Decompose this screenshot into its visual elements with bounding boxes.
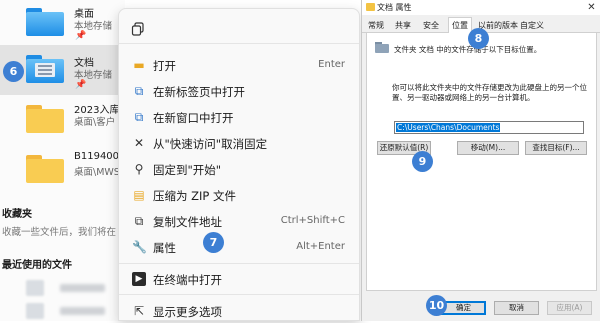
menu-item-show-more[interactable]: ⇱ 显示更多选项 [125,299,355,323]
desktop-folder-icon [26,8,64,36]
file-location: 本地存储 [74,21,113,32]
location-panel: 文件夹 文档 中的文件存储于以下目标位置。 你可以将此文件夹中的文件存储更改为此… [366,33,597,291]
recent-file-name [60,307,105,315]
menu-item-label: 复制文件地址 [153,215,222,229]
pin-icon: 📌 [75,80,87,90]
ok-button[interactable]: 确定 [441,301,486,315]
close-icon[interactable]: ✕ [582,0,600,15]
file-row-b1194[interactable]: B11940020 桌面\MWS [0,145,132,195]
copy-icon[interactable] [131,22,145,36]
menu-item-open-new-window[interactable]: ⧉ 在新窗口中打开 [125,105,355,129]
menu-item-shortcut: Alt+Enter [296,241,345,252]
menu-item-label: 打开 [153,59,176,73]
menu-item-label: 属性 [153,241,176,255]
favorites-heading: 收藏夹 [2,209,32,220]
dialog-titlebar[interactable]: 文档 属性 ✕ [362,0,600,15]
folder-icon [26,155,64,183]
menu-item-properties[interactable]: 🔧 属性 Alt+Enter [125,235,355,259]
file-row-desktop[interactable]: 桌面 本地存储 📌 [0,0,125,50]
menu-item-copy-path[interactable]: ⧉ 复制文件地址 Ctrl+Shift+C [125,209,355,233]
file-location: 桌面\MWS [74,167,120,178]
file-location: 桌面\客户 [74,117,116,128]
recent-file-name [60,284,105,292]
recent-files-heading: 最近使用的文件 [2,260,72,271]
explorer-quick-access: 桌面 本地存储 📌 文档 本地存储 📌 2023入库 桌面\客户 B119400… [0,0,132,321]
step-badge-10: 10 [426,295,447,316]
menu-item-label: 在新窗口中打开 [153,111,234,125]
menu-item-label: 显示更多选项 [153,305,222,319]
move-button[interactable]: 移动(M)... [457,141,519,155]
menu-item-pin-to-start[interactable]: ⚲ 固定到"开始" [125,157,355,181]
terminal-icon: ▶ [132,272,146,286]
recent-file-thumbnail[interactable] [26,303,44,319]
tab-general[interactable]: 常规 [368,20,384,31]
tab-sharing[interactable]: 共享 [395,20,411,31]
folder-icon [375,42,389,53]
file-location: 本地存储 [74,70,113,81]
new-window-icon: ⧉ [134,110,144,124]
menu-item-unpin-quick-access[interactable]: ✕ 从"快速访问"取消固定 [125,131,355,155]
path-value: C:\Users\Chans\Documents [396,123,501,132]
find-target-button[interactable]: 查找目标(F)... [525,141,587,155]
context-menu: ▬ 打开 Enter ⧉ 在新标签页中打开 ⧉ 在新窗口中打开 ✕ 从"快速访问… [118,8,360,321]
location-heading: 文件夹 文档 中的文件存储于以下目标位置。 [394,45,542,54]
cancel-button[interactable]: 取消 [494,301,539,315]
step-badge-6: 6 [3,61,24,82]
pin-icon: 📌 [75,31,87,41]
copy-path-icon: ⧉ [134,214,144,228]
menu-item-open-terminal[interactable]: ▶ 在终端中打开 [125,267,355,291]
zip-icon: ▤ [133,188,145,202]
tab-security[interactable]: 安全 [423,20,439,31]
folder-path-input[interactable]: C:\Users\Chans\Documents [394,121,584,134]
menu-item-label: 从"快速访问"取消固定 [153,137,268,151]
tab-customize[interactable]: 自定义 [520,20,544,31]
recent-file-thumbnail[interactable] [26,280,44,296]
new-tab-icon: ⧉ [134,84,144,98]
step-badge-9: 9 [412,151,433,172]
step-badge-7: 7 [203,232,224,253]
menu-item-label: 固定到"开始" [153,163,222,177]
location-description: 你可以将此文件夹中的文件存储更改为此硬盘上的另一个位置、另一驱动器或网络上的另一… [392,83,587,102]
unpin-icon: ✕ [133,136,145,150]
menu-item-label: 在新标签页中打开 [153,85,245,99]
folder-icon [366,3,375,11]
apply-button[interactable]: 应用(A) [547,301,592,315]
menu-item-open[interactable]: ▬ 打开 Enter [125,53,355,77]
folder-icon [26,105,64,133]
favorites-description: 收藏一些文件后，我们将在 [2,227,117,238]
menu-item-shortcut: Ctrl+Shift+C [280,215,345,226]
more-options-icon: ⇱ [133,304,145,318]
tab-location[interactable]: 位置 [448,17,472,34]
menu-item-shortcut: Enter [318,59,345,70]
pin-start-icon: ⚲ [134,162,144,176]
step-badge-8: 8 [468,28,489,49]
menu-item-compress-zip[interactable]: ▤ 压缩为 ZIP 文件 [125,183,355,207]
dialog-title: 文档 属性 [377,3,412,12]
properties-icon: 🔧 [132,240,147,254]
menu-item-label: 压缩为 ZIP 文件 [153,189,237,203]
menu-item-open-new-tab[interactable]: ⧉ 在新标签页中打开 [125,79,355,103]
open-folder-icon: ▬ [133,58,145,72]
file-row-2023[interactable]: 2023入库 桌面\客户 [0,95,125,145]
documents-folder-icon [26,55,64,83]
menu-item-label: 在终端中打开 [153,273,222,287]
